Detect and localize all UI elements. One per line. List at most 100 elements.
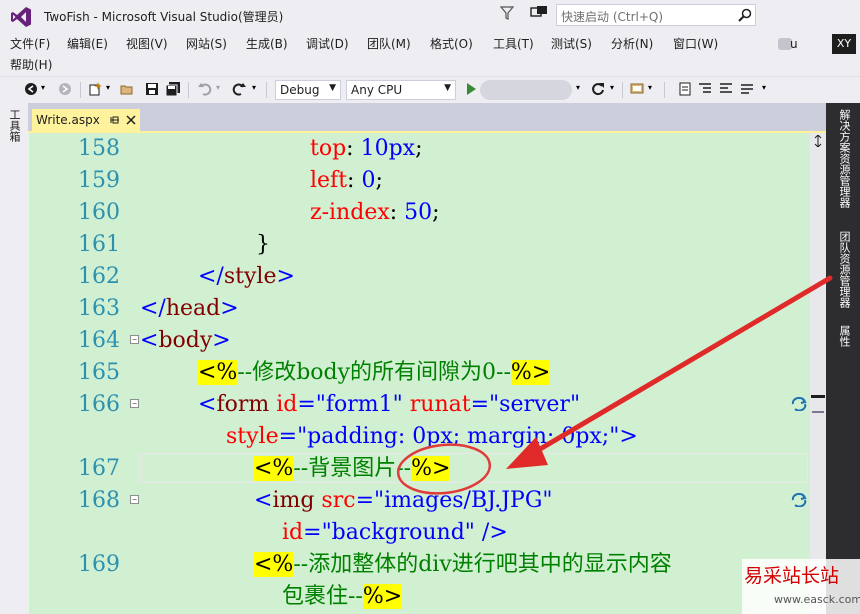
menu-debug[interactable]: 调试(D) <box>306 35 349 52</box>
back-icon[interactable] <box>24 82 38 96</box>
code-token: < <box>198 392 217 417</box>
tab-team-explorer[interactable]: 团队资源管理器 <box>836 231 852 308</box>
code-line[interactable]: 162 </style> <box>50 261 810 293</box>
toolbox-tab[interactable]: 工具箱 <box>6 109 22 142</box>
menu-format[interactable]: 格式(O) <box>430 35 473 52</box>
code-line[interactable]: 165 <%--修改body的所有间隙为0--%> <box>50 357 810 389</box>
forward-icon[interactable] <box>58 82 72 96</box>
code-line[interactable]: 168 − <img src="images/BJ.JPG" <box>50 485 810 517</box>
menu-analyze[interactable]: 分析(N) <box>611 35 653 52</box>
code-line[interactable]: style="padding: 0px; margin: 0px;"> <box>50 421 810 453</box>
solution-configuration-select[interactable]: Debug ▼ <box>275 80 341 100</box>
code-line[interactable]: 169 <%--添加整体的div进行吧其中的显示内容 <box>50 549 810 581</box>
code-line[interactable]: 167 <%--背景图片--%> <box>50 453 810 485</box>
browser-link-icon[interactable] <box>630 82 644 96</box>
split-window-icon[interactable] <box>813 135 823 147</box>
code-line[interactable]: 包裹住--%> <box>50 581 810 613</box>
refresh-dropdown-icon[interactable]: ▾ <box>610 83 614 92</box>
code-line[interactable]: 158 top: 10px; <box>50 133 810 165</box>
code-token: left <box>310 168 348 193</box>
menu-view[interactable]: 视图(V) <box>126 35 168 52</box>
code-token: ; <box>415 136 423 161</box>
tab-properties[interactable]: 属性 <box>836 325 852 347</box>
pin-icon[interactable] <box>110 115 120 127</box>
browser-link-dropdown-icon[interactable]: ▾ <box>648 83 652 92</box>
open-file-icon[interactable] <box>120 82 134 96</box>
vertical-scrollbar[interactable] <box>810 133 826 614</box>
undo-icon[interactable] <box>198 82 212 96</box>
refresh-icon[interactable] <box>591 82 605 96</box>
solution-platform-select[interactable]: Any CPU ▼ <box>346 80 456 100</box>
tab-write-aspx[interactable]: Write.aspx <box>32 109 140 133</box>
code-line[interactable]: 159 left: 0; <box>50 165 810 197</box>
document-outline-icon[interactable] <box>678 82 692 96</box>
redo-dropdown-icon[interactable]: ▾ <box>252 83 256 92</box>
indent-icon[interactable] <box>698 82 712 96</box>
collapse-icon[interactable]: − <box>130 335 139 344</box>
code-token: id <box>276 392 298 417</box>
collapse-icon[interactable]: − <box>130 399 139 408</box>
menu-file[interactable]: 文件(F) <box>10 35 50 52</box>
collapse-icon[interactable]: − <box>130 495 139 504</box>
code-line[interactable]: 166− <form id="form1" runat="server" <box>50 389 810 421</box>
target-dropdown-icon[interactable]: ▾ <box>576 83 580 92</box>
start-debug-icon[interactable] <box>464 82 478 96</box>
window-title: TwoFish - Microsoft Visual Studio(管理员) <box>44 10 284 24</box>
code-text: <%--修改body的所有间隙为0--%> <box>198 357 551 389</box>
menu-help[interactable]: 帮助(H) <box>10 56 52 73</box>
code-token: src <box>321 488 356 513</box>
search-icon[interactable] <box>738 8 752 22</box>
debug-target-blurred[interactable] <box>480 80 572 100</box>
code-text: id="background" /> <box>282 517 508 549</box>
menu-edit[interactable]: 编辑(E) <box>67 35 108 52</box>
code-token: --背景图片-- <box>293 456 412 481</box>
new-dropdown-icon[interactable]: ▾ <box>106 83 110 92</box>
line-number: 161 <box>78 232 120 257</box>
menu-team[interactable]: 团队(M) <box>367 35 411 52</box>
feedback-icon[interactable] <box>530 5 548 21</box>
new-project-icon[interactable] <box>88 82 102 96</box>
user-name[interactable]: u <box>790 37 798 51</box>
right-tool-window-strip: 解决方案资源管理器 团队资源管理器 属性 <box>826 103 860 614</box>
code-line[interactable]: 164 − <body> <box>50 325 810 357</box>
filter-icon[interactable] <box>500 6 514 20</box>
toolbar-overflow-icon[interactable]: ▾ <box>762 83 766 92</box>
menu-build[interactable]: 生成(B) <box>246 35 288 52</box>
code-token: = <box>278 424 298 449</box>
menu-website[interactable]: 网站(S) <box>186 35 227 52</box>
save-all-icon[interactable] <box>166 82 180 96</box>
code-text: <%--添加整体的div进行吧其中的显示内容 <box>254 549 672 581</box>
menu-bar: 文件(F) 编辑(E) 视图(V) 网站(S) 生成(B) 调试(D) 团队(M… <box>0 32 860 76</box>
comment-icon[interactable] <box>740 82 754 96</box>
code-token: </ <box>140 296 166 321</box>
code-token: <% <box>198 360 238 385</box>
toolbar-separator <box>266 82 267 98</box>
quick-launch-input[interactable]: 快速启动 (Ctrl+Q) <box>556 4 756 26</box>
save-icon[interactable] <box>145 82 159 96</box>
code-text: 包裹住--%> <box>282 581 403 613</box>
back-dropdown-icon[interactable]: ▾ <box>41 83 45 92</box>
tab-solution-explorer[interactable]: 解决方案资源管理器 <box>836 109 852 208</box>
browser-link-refresh-icon[interactable] <box>790 397 808 411</box>
close-icon[interactable] <box>126 115 136 125</box>
undo-dropdown-icon[interactable]: ▾ <box>216 83 220 92</box>
code-line[interactable]: id="background" /> <box>50 517 810 549</box>
code-line[interactable]: 163 </head> <box>50 293 810 325</box>
code-token: > <box>619 424 638 449</box>
redo-icon[interactable] <box>232 82 246 96</box>
menu-window[interactable]: 窗口(W) <box>673 35 718 52</box>
code-token: = <box>470 392 490 417</box>
scroll-thumb[interactable] <box>811 395 825 398</box>
code-line[interactable]: 160 z-index: 50; <box>50 197 810 229</box>
menu-tools[interactable]: 工具(T) <box>493 35 534 52</box>
code-editor[interactable]: 158 top: 10px; 159 left: 0; 160 z-index: 50; 1… <box>50 133 810 614</box>
outdent-icon[interactable] <box>719 82 733 96</box>
code-line[interactable]: 161} <box>50 229 810 261</box>
code-text: <%--背景图片--%> <box>254 453 451 485</box>
code-token: = <box>355 488 374 513</box>
code-token: 包裹住-- <box>282 584 363 609</box>
code-token: < <box>140 328 159 353</box>
user-badge[interactable]: XY <box>832 34 856 54</box>
browser-link-refresh-icon[interactable] <box>790 493 808 507</box>
menu-test[interactable]: 测试(S) <box>551 35 592 52</box>
